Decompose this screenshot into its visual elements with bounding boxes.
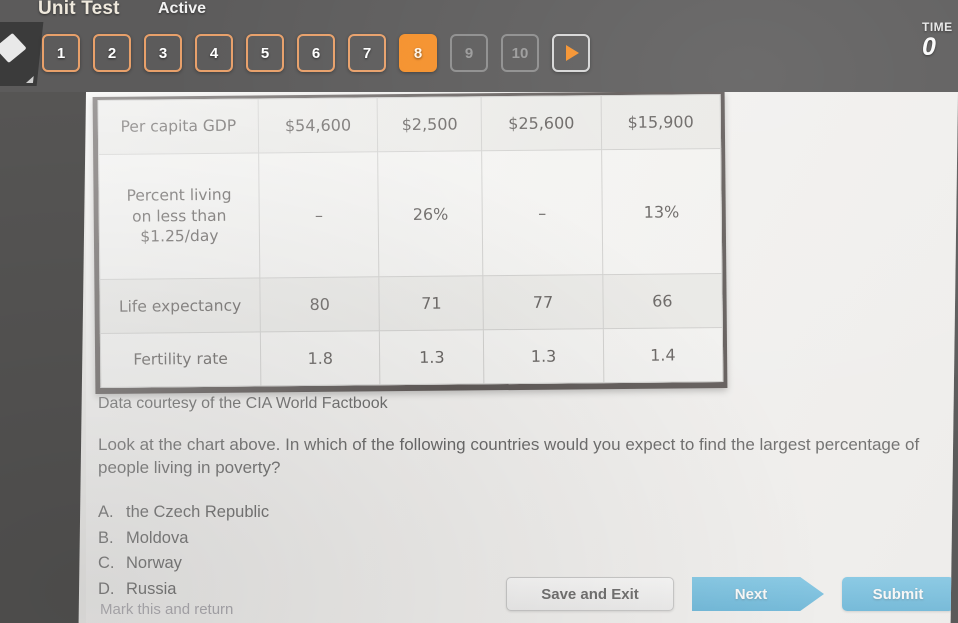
question-button-2[interactable]: 2 <box>93 34 131 72</box>
back-arrow-glyph <box>0 32 27 64</box>
cell-gdp-col3: $25,600 <box>481 95 602 151</box>
answer-choice-list[interactable]: A. the Czech Republic B. Moldova C. Norw… <box>98 500 269 603</box>
cell-poverty-col4: 13% <box>601 148 722 276</box>
topbar-label-row: Unit Test Active <box>0 0 958 26</box>
answer-choice-a[interactable]: A. the Czech Republic <box>98 500 269 526</box>
cell-gdp-col4: $15,900 <box>600 94 721 150</box>
assignment-status-label: Active <box>158 0 207 17</box>
question-button-4[interactable]: 4 <box>195 34 233 72</box>
country-statistics-table: Per capita GDP $54,600 $2,500 $25,600 $1… <box>97 94 724 388</box>
cell-gdp-col2: $2,500 <box>377 96 482 152</box>
timer: TIME 0 <box>922 20 958 60</box>
row-label-fertility-rate: Fertility rate <box>100 332 261 388</box>
cell-fertility-col2: 1.3 <box>379 329 485 385</box>
question-content-panel: Per capita GDP $54,600 $2,500 $25,600 $1… <box>78 92 958 623</box>
question-number-nav[interactable]: 1 2 3 4 5 6 7 8 9 10 <box>42 34 590 72</box>
choice-text-c: Norway <box>126 554 182 573</box>
question-button-5[interactable]: 5 <box>246 34 284 72</box>
choice-text-b: Moldova <box>126 528 189 547</box>
back-wedge-corner <box>25 76 34 83</box>
action-button-row: Save and Exit Next Submit <box>506 577 954 611</box>
timer-label: TIME <box>922 20 953 34</box>
choice-letter-a: A. <box>98 503 114 521</box>
next-button[interactable]: Next <box>692 577 824 611</box>
cell-fertility-col1: 1.8 <box>260 330 381 386</box>
question-button-8[interactable]: 8 <box>399 34 437 72</box>
row-label-percent-living-poverty: Percent living on less than $1.25/day <box>98 152 260 280</box>
cell-life-col4: 66 <box>602 273 723 329</box>
choice-letter-b: B. <box>98 528 114 547</box>
top-navigation-bar: Unit Test Active 1 2 3 4 5 6 7 8 9 10 TI… <box>0 0 958 92</box>
data-table-figure: Per capita GDP $54,600 $2,500 $25,600 $1… <box>92 92 728 395</box>
cell-life-col3: 77 <box>483 275 603 330</box>
play-triangle-icon <box>566 45 579 61</box>
table-row: Per capita GDP $54,600 $2,500 $25,600 $1… <box>98 94 721 155</box>
row-label-per-capita-gdp: Per capita GDP <box>98 98 259 155</box>
left-gutter <box>0 92 92 623</box>
choice-text-d: Russia <box>126 580 177 599</box>
row-label-line-1: Percent living <box>126 186 232 206</box>
cell-poverty-col1: – <box>258 151 380 279</box>
back-arrow-icon[interactable] <box>0 22 44 86</box>
choice-letter-d: D. <box>98 580 115 599</box>
question-button-6[interactable]: 6 <box>297 34 335 72</box>
table-row: Fertility rate 1.8 1.3 1.3 1.4 <box>100 327 723 388</box>
choice-letter-c: C. <box>98 554 115 573</box>
cell-fertility-col4: 1.4 <box>602 327 723 383</box>
question-button-3[interactable]: 3 <box>144 34 182 72</box>
row-label-life-expectancy: Life expectancy <box>99 278 261 334</box>
timer-value: 0 <box>922 33 936 61</box>
answer-choice-c[interactable]: C. Norway <box>98 551 269 577</box>
cell-life-col1: 80 <box>259 277 380 333</box>
next-question-arrow-button[interactable] <box>552 34 590 72</box>
table-row: Percent living on less than $1.25/day – … <box>98 148 722 280</box>
choice-text-a: the Czech Republic <box>126 503 270 521</box>
table-row: Life expectancy 80 71 77 66 <box>99 273 723 334</box>
question-button-1[interactable]: 1 <box>42 34 80 72</box>
figure-caption: Data courtesy of the CIA World Factbook <box>98 395 388 412</box>
unit-test-title: Unit Test <box>38 0 120 19</box>
answer-choice-b[interactable]: B. Moldova <box>98 526 269 552</box>
mark-this-and-return-link[interactable]: Mark this and return <box>100 601 233 618</box>
cell-gdp-col1: $54,600 <box>258 97 378 153</box>
submit-button[interactable]: Submit <box>842 577 954 611</box>
question-button-7[interactable]: 7 <box>348 34 386 72</box>
cell-life-col2: 71 <box>379 276 484 331</box>
row-label-line-3: $1.25/day <box>140 227 219 246</box>
row-label-line-2: on less than <box>131 206 227 226</box>
answer-choice-d[interactable]: D. Russia <box>98 577 269 603</box>
question-button-9[interactable]: 9 <box>450 34 488 72</box>
save-and-exit-button[interactable]: Save and Exit <box>506 577 674 611</box>
cell-poverty-col3: – <box>481 149 603 277</box>
question-prompt: Look at the chart above. In which of the… <box>98 435 920 478</box>
cell-fertility-col3: 1.3 <box>483 328 604 384</box>
question-button-10[interactable]: 10 <box>501 34 539 72</box>
cell-poverty-col2: 26% <box>377 150 484 278</box>
